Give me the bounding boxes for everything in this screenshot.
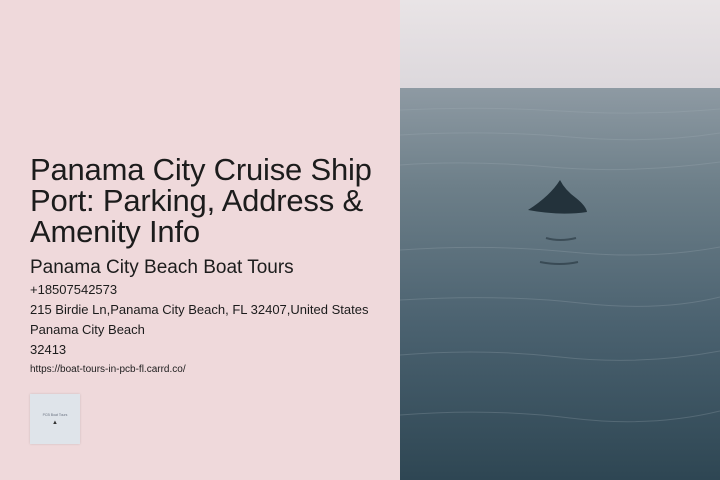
ocean-dolphin-image: [400, 0, 720, 480]
zip-code: 32413: [30, 342, 67, 357]
city-name: Panama City Beach: [30, 322, 145, 337]
hero-photo: [400, 0, 720, 480]
phone-number: +18507542573: [30, 282, 118, 297]
dolphin-icon: ▲: [52, 419, 58, 426]
business-name: Panama City Beach Boat Tours: [30, 257, 294, 278]
logo-text: PCB Boat Tours: [42, 412, 68, 417]
business-logo[interactable]: PCB Boat Tours ▲: [30, 394, 80, 444]
info-panel: Panama City Cruise Ship Port: Parking, A…: [0, 0, 400, 480]
page: Panama City Cruise Ship Port: Parking, A…: [0, 0, 720, 480]
street-address: 215 Birdie Ln,Panama City Beach, FL 3240…: [30, 302, 369, 317]
website-link[interactable]: https://boat-tours-in-pcb-fl.carrd.co/: [30, 364, 186, 375]
page-title: Panama City Cruise Ship Port: Parking, A…: [30, 152, 372, 249]
